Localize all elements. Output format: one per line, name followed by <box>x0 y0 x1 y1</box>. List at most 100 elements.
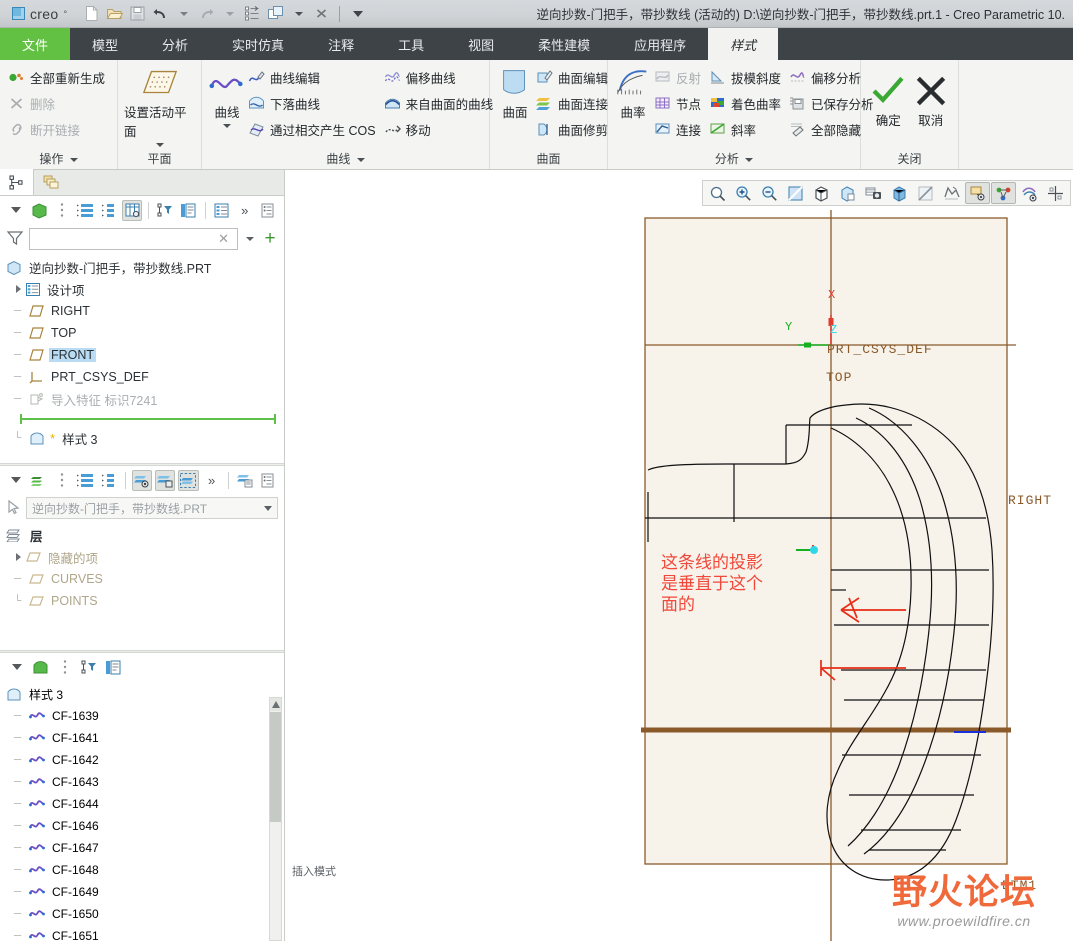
curve-settings[interactable] <box>102 657 123 678</box>
layer-collapse-caret[interactable] <box>6 470 26 491</box>
annotation-display-icon[interactable] <box>965 182 990 204</box>
tree-collapse-caret[interactable] <box>6 200 26 221</box>
delete-button[interactable]: 删除 <box>6 90 111 116</box>
graphics-viewport[interactable]: TOP RIGHT PRT_CSYS_DEF DTM1 FRONT X Y Z … <box>286 170 1073 941</box>
ribbon-group-curve-title[interactable]: 曲线 <box>208 149 483 169</box>
curve-from-surface-button[interactable]: 来自曲面的曲线 <box>382 90 500 116</box>
set-active-plane-button[interactable]: 设置活动平面 <box>124 64 195 147</box>
layer-select[interactable] <box>178 469 199 491</box>
ribbon-tab-file[interactable]: 文件 <box>0 28 71 60</box>
surface-trim-button[interactable]: 曲面修剪 <box>534 116 614 142</box>
ribbon-group-analysis-title[interactable]: 分析 <box>614 149 854 169</box>
tree-item-import-feature[interactable]: ─ 导入特征 标识7241 <box>6 388 284 410</box>
shaded-curvature-button[interactable]: 着色曲率 <box>707 90 787 116</box>
layer-tree-root[interactable]: 层 <box>6 524 284 546</box>
cos-intersect-button[interactable]: 通过相交产生 COS <box>246 116 382 142</box>
layer-notes[interactable] <box>258 470 278 491</box>
analysis-group-caret-icon[interactable] <box>745 157 754 162</box>
layer-overflow[interactable]: » <box>202 470 222 491</box>
curve-list-item[interactable]: ─ CF-1648 <box>6 859 284 881</box>
layer-selector-caret-icon[interactable] <box>264 505 272 511</box>
surface-button[interactable]: 曲面 <box>496 64 534 121</box>
surface-connect-button[interactable]: 曲面连接 <box>534 90 614 116</box>
ribbon-tab-annotate[interactable]: 注释 <box>306 28 376 60</box>
tree-item-prt-csys-def[interactable]: ─ PRT_CSYS_DEF <box>6 366 284 388</box>
scrollbar-thumb[interactable] <box>270 712 281 822</box>
layer-isolate[interactable] <box>155 469 176 491</box>
curve-list-root[interactable]: 样式 3 <box>6 683 284 705</box>
tree-more-icon[interactable] <box>52 200 72 221</box>
ok-button[interactable]: 确定 <box>867 72 910 129</box>
ribbon-tab-view[interactable]: 视图 <box>446 28 516 60</box>
save-icon[interactable] <box>127 3 148 24</box>
layer-props[interactable] <box>235 470 255 491</box>
tree-item-style-3[interactable]: └ * 样式 3 <box>6 427 284 449</box>
datum-display-icon[interactable] <box>939 182 964 204</box>
curve-list-item[interactable]: ─ CF-1650 <box>6 903 284 925</box>
expand-arrow-icon[interactable] <box>16 553 21 561</box>
curve-collapse-caret[interactable] <box>6 657 27 678</box>
surface-edit-button[interactable]: 曲面编辑 <box>534 64 614 90</box>
curve-list-item[interactable]: ─ CF-1639 <box>6 705 284 727</box>
nodes-button[interactable]: 节点 <box>652 90 707 116</box>
offset-curve-button[interactable]: 偏移曲线 <box>382 64 500 90</box>
layers-tab[interactable] <box>34 169 68 195</box>
ribbon-tab-applications[interactable]: 应用程序 <box>612 28 708 60</box>
tree-expand-all[interactable] <box>76 200 96 221</box>
open-file-icon[interactable] <box>104 3 125 24</box>
perspective-icon[interactable] <box>913 182 938 204</box>
curve-list-item[interactable]: ─ CF-1651 <box>6 925 284 941</box>
ribbon-tab-live-simulation[interactable]: 实时仿真 <box>210 28 306 60</box>
customize-qat-icon[interactable] <box>347 3 368 24</box>
layer-more-icon[interactable] <box>52 470 72 491</box>
cancel-button[interactable]: 取消 <box>910 72 953 129</box>
view-manager-icon[interactable] <box>835 182 860 204</box>
screenshot-icon[interactable] <box>861 182 886 204</box>
display-style-icon[interactable] <box>887 182 912 204</box>
window-dropdown-icon[interactable] <box>288 3 309 24</box>
curve-group-caret-icon[interactable] <box>356 157 365 162</box>
layer-model-selector[interactable]: 逆向抄数-门把手，带抄数线.PRT <box>26 497 278 519</box>
tree-item-top[interactable]: ─ TOP <box>6 322 284 344</box>
curvature-button[interactable]: 曲率 <box>614 64 652 121</box>
layer-item-hidden[interactable]: 隐藏的项 <box>6 546 284 568</box>
search-dropdown-caret-icon[interactable] <box>243 237 257 241</box>
set-active-plane-caret-icon[interactable] <box>155 143 164 147</box>
layer-collapse-all[interactable] <box>99 470 119 491</box>
window-icon[interactable] <box>265 3 286 24</box>
layer-expand-all[interactable] <box>76 470 96 491</box>
layer-item-points[interactable]: └ POINTS <box>6 590 284 612</box>
curve-list-item[interactable]: ─ CF-1644 <box>6 793 284 815</box>
ribbon-tab-analysis[interactable]: 分析 <box>140 28 210 60</box>
layer-show[interactable] <box>131 469 153 491</box>
tree-collapse-all[interactable] <box>99 200 119 221</box>
clear-search-icon[interactable]: ✕ <box>214 231 233 247</box>
ribbon-group-operations-title[interactable]: 操作 <box>6 149 111 169</box>
refit-icon[interactable] <box>783 182 808 204</box>
curve-list-item[interactable]: ─ CF-1641 <box>6 727 284 749</box>
layer-visibility-icon[interactable] <box>1017 182 1042 204</box>
zoom-out-icon[interactable] <box>757 182 782 204</box>
tree-overflow[interactable]: » <box>235 200 255 221</box>
close-window-icon[interactable] <box>311 3 332 24</box>
curve-list-item[interactable]: ─ CF-1647 <box>6 837 284 859</box>
tree-display[interactable] <box>212 200 232 221</box>
grid-icon[interactable] <box>1043 182 1068 204</box>
expand-arrow-icon[interactable] <box>16 285 21 293</box>
move-button[interactable]: 移动 <box>382 116 500 142</box>
regenerate-icon[interactable] <box>242 3 263 24</box>
curve-list-item[interactable]: ─ CF-1646 <box>6 815 284 837</box>
tree-notes[interactable] <box>258 200 278 221</box>
tree-settings[interactable] <box>178 200 198 221</box>
operations-title-caret-icon[interactable] <box>69 157 78 162</box>
tree-item-right[interactable]: ─ RIGHT <box>6 300 284 322</box>
reflection-button[interactable]: 反射 <box>652 64 707 90</box>
curve-button[interactable]: 曲线 <box>208 64 246 128</box>
regenerate-all-button[interactable]: 全部重新生成 <box>6 64 111 90</box>
new-file-icon[interactable] <box>81 3 102 24</box>
ribbon-tab-flexible-modeling[interactable]: 柔性建模 <box>516 28 612 60</box>
curve-filter[interactable] <box>78 657 99 678</box>
tree-model-icon[interactable] <box>29 200 49 221</box>
curve-caret-icon[interactable] <box>223 124 231 128</box>
model-tree-tab[interactable] <box>0 169 34 195</box>
